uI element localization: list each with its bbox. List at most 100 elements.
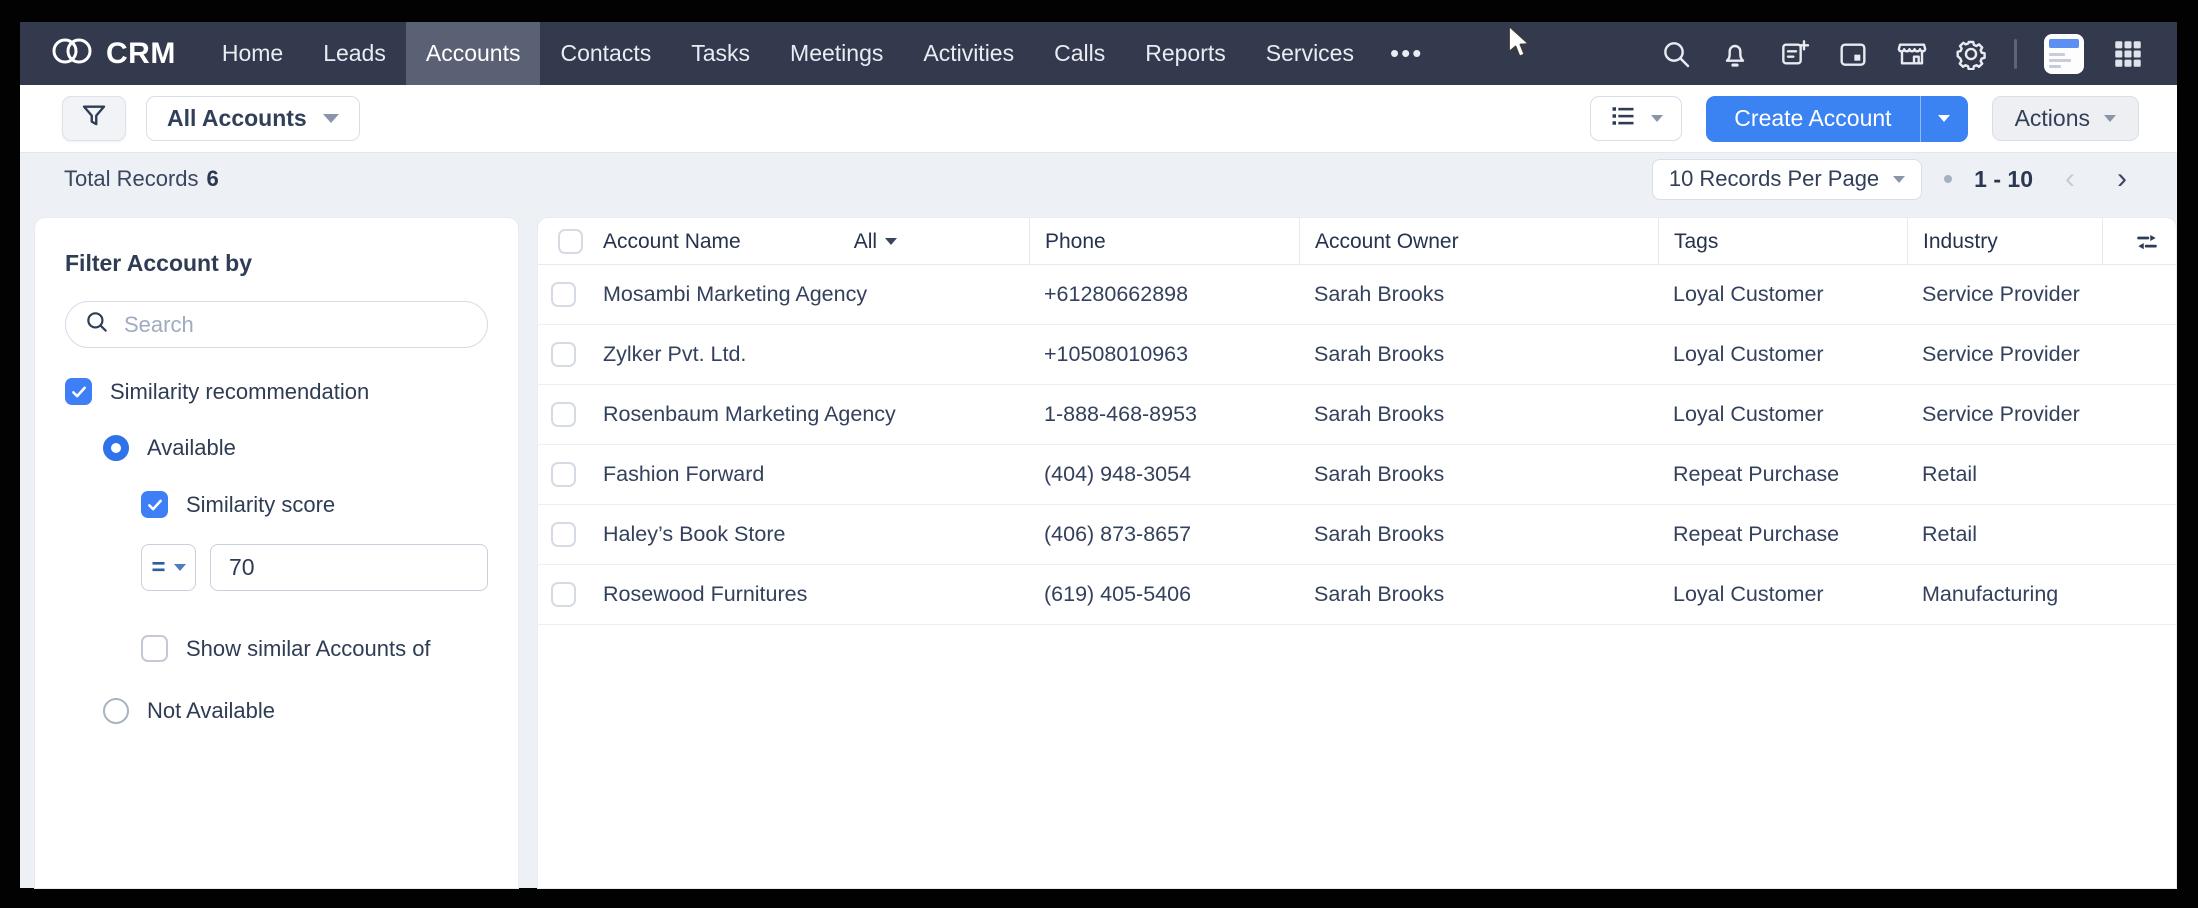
tags-cell: Loyal Customer (1658, 282, 1907, 307)
filter-panel: Filter Account by Similarity recommendat… (35, 218, 518, 888)
account-name-cell[interactable]: Zylker Pvt. Ltd. (588, 342, 1029, 367)
table-row[interactable]: Haley’s Book Store (406) 873-8657 Sarah … (538, 505, 2176, 565)
page-range-label: 1 - 10 (1974, 166, 2033, 193)
nav-item-activities[interactable]: Activities (903, 22, 1034, 85)
industry-cell: Service Provider (1907, 402, 2102, 427)
column-header-account-owner[interactable]: Account Owner (1299, 218, 1658, 265)
column-header-account-name[interactable]: Account Name All (588, 218, 1029, 265)
not-available-row: Not Available (103, 698, 488, 724)
view-selector-label: All Accounts (167, 105, 307, 132)
operator-value: = (151, 554, 165, 582)
store-icon[interactable] (1896, 38, 1928, 70)
phone-cell: (404) 948-3054 (1029, 462, 1299, 487)
nav-item-home[interactable]: Home (202, 22, 303, 85)
previous-page-chevron[interactable]: ‹ (2055, 164, 2085, 194)
create-account-split-button: Create Account (1706, 96, 1967, 142)
select-all-checkbox[interactable] (558, 229, 583, 254)
phone-cell: 1-888-468-8953 (1029, 402, 1299, 427)
zoho-rings-icon (50, 34, 94, 73)
content-area: Filter Account by Similarity recommendat… (20, 205, 2177, 888)
not-available-radio[interactable] (103, 698, 129, 724)
manage-columns-button[interactable] (2102, 218, 2176, 265)
next-page-chevron[interactable]: › (2107, 164, 2137, 194)
apps-grid-icon[interactable] (2111, 37, 2145, 71)
score-condition-row: = (141, 544, 488, 591)
all-filter-dropdown[interactable]: All (854, 230, 897, 254)
bell-icon[interactable] (1719, 38, 1751, 70)
operator-dropdown[interactable]: = (141, 544, 196, 591)
column-header-tags[interactable]: Tags (1658, 218, 1907, 265)
industry-cell: Service Provider (1907, 342, 2102, 367)
phone-cell: (619) 405-5406 (1029, 582, 1299, 607)
row-checkbox[interactable] (551, 342, 576, 367)
actions-dropdown[interactable]: Actions (1992, 96, 2139, 141)
owner-cell: Sarah Brooks (1299, 282, 1658, 307)
compose-icon[interactable] (1778, 38, 1810, 70)
account-name-cell[interactable]: Rosenbaum Marketing Agency (588, 402, 1029, 427)
nav-item-reports[interactable]: Reports (1125, 22, 1246, 85)
nav-item-calls[interactable]: Calls (1034, 22, 1125, 85)
row-checkbox[interactable] (551, 282, 576, 307)
table-row[interactable]: Fashion Forward (404) 948-3054 Sarah Bro… (538, 445, 2176, 505)
nav-item-accounts[interactable]: Accounts (406, 22, 541, 85)
list-toolbar: All Accounts Create Account (20, 85, 2177, 153)
available-label: Available (147, 435, 236, 461)
crm-logo[interactable]: CRM (20, 22, 202, 85)
nav-item-services[interactable]: Services (1246, 22, 1374, 85)
search-icon (84, 309, 110, 340)
view-selector-dropdown[interactable]: All Accounts (146, 96, 360, 141)
owner-cell: Sarah Brooks (1299, 342, 1658, 367)
brand-name: CRM (106, 37, 176, 71)
tags-cell: Loyal Customer (1658, 402, 1907, 427)
tags-cell: Repeat Purchase (1658, 522, 1907, 547)
similarity-score-row: Similarity score (141, 491, 488, 518)
similarity-score-checkbox[interactable] (141, 491, 168, 518)
list-view-style-dropdown[interactable] (1590, 96, 1682, 141)
nav-more-ellipsis[interactable]: ••• (1374, 22, 1439, 85)
show-similar-label: Show similar Accounts of (186, 636, 431, 662)
not-available-label: Not Available (147, 698, 275, 724)
account-name-cell[interactable]: Haley’s Book Store (588, 522, 1029, 547)
similarity-score-label: Similarity score (186, 492, 335, 518)
create-account-caret[interactable] (1920, 96, 1968, 142)
table-row[interactable]: Mosambi Marketing Agency +61280662898 Sa… (538, 265, 2176, 325)
row-checkbox[interactable] (551, 402, 576, 427)
owner-cell: Sarah Brooks (1299, 522, 1658, 547)
filter-button[interactable] (62, 96, 126, 141)
account-name-cell[interactable]: Mosambi Marketing Agency (588, 282, 1029, 307)
nav-item-tasks[interactable]: Tasks (671, 22, 770, 85)
show-similar-checkbox[interactable] (141, 635, 168, 662)
records-per-page-dropdown[interactable]: 10 Records Per Page (1652, 159, 1922, 200)
row-checkbox[interactable] (551, 462, 576, 487)
table-row[interactable]: Zylker Pvt. Ltd. +10508010963 Sarah Broo… (538, 325, 2176, 385)
account-name-cell[interactable]: Rosewood Furnitures (588, 582, 1029, 607)
nav-items: Home Leads Accounts Contacts Tasks Meeti… (202, 22, 1439, 85)
filter-search-input[interactable] (124, 312, 469, 338)
nav-item-contacts[interactable]: Contacts (540, 22, 671, 85)
tags-cell: Repeat Purchase (1658, 462, 1907, 487)
account-name-cell[interactable]: Fashion Forward (588, 462, 1029, 487)
row-checkbox[interactable] (551, 522, 576, 547)
tags-cell: Loyal Customer (1658, 342, 1907, 367)
similarity-recommendation-checkbox[interactable] (65, 378, 92, 405)
account-name-header-label: Account Name (603, 230, 741, 254)
score-value-input[interactable] (210, 544, 488, 591)
calendar-icon[interactable] (1837, 38, 1869, 70)
accounts-table: Account Name All Phone Account Owner Tag… (538, 218, 2176, 888)
actions-label: Actions (2015, 105, 2090, 132)
total-records-count: 6 (207, 166, 219, 192)
column-header-phone[interactable]: Phone (1029, 218, 1299, 265)
total-records-label: Total Records (64, 166, 199, 192)
search-icon[interactable] (1660, 38, 1692, 70)
nav-item-meetings[interactable]: Meetings (770, 22, 903, 85)
table-row[interactable]: Rosewood Furnitures (619) 405-5406 Sarah… (538, 565, 2176, 625)
gear-icon[interactable] (1955, 38, 1987, 70)
table-row[interactable]: Rosenbaum Marketing Agency 1-888-468-895… (538, 385, 2176, 445)
create-account-button[interactable]: Create Account (1706, 96, 1919, 142)
owner-cell: Sarah Brooks (1299, 462, 1658, 487)
available-radio[interactable] (103, 435, 129, 461)
column-header-industry[interactable]: Industry (1907, 218, 2102, 265)
nav-item-leads[interactable]: Leads (303, 22, 406, 85)
window-preview[interactable] (2044, 34, 2084, 74)
row-checkbox[interactable] (551, 582, 576, 607)
